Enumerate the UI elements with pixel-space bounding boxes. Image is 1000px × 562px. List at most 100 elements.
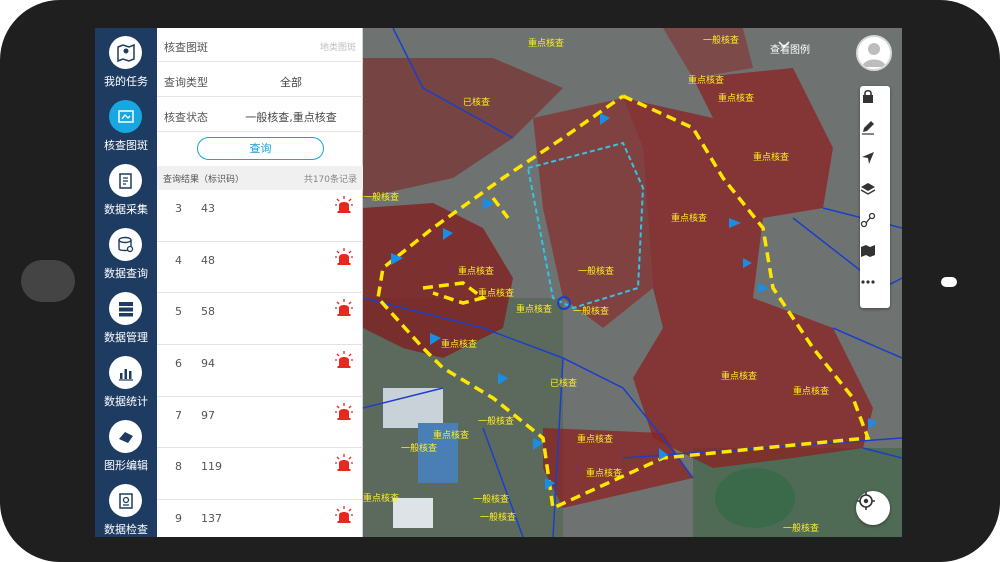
layers-icon xyxy=(860,183,876,195)
map-label: 重点核查 xyxy=(793,387,830,397)
alarm-light-icon xyxy=(335,351,353,369)
item-index: 4 xyxy=(175,253,182,267)
map-label: 一般核查 xyxy=(703,36,740,46)
map-label: 重点核查 xyxy=(688,76,725,86)
app-screen: 我的任务 核查图斑 数据采集 数据查询 数据管理 数据统计 图形编辑 数据检查 … xyxy=(95,28,902,537)
nav-item-my-tasks[interactable]: 我的任务 xyxy=(95,30,157,94)
item-code: 43 xyxy=(201,202,215,215)
query-type-row[interactable]: 查询类型 全部 xyxy=(157,63,363,97)
tablet-frame: 我的任务 核查图斑 数据采集 数据查询 数据管理 数据统计 图形编辑 数据检查 … xyxy=(0,0,1000,562)
list-item[interactable]: 9 137 xyxy=(157,500,363,537)
map-label: 重点核查 xyxy=(363,494,400,504)
check-status-select[interactable]: 一般核查,重点核查 xyxy=(227,109,355,125)
result-header: 查询结果（标识码） 共170条记录 xyxy=(157,166,363,190)
list-item[interactable]: 4 48 xyxy=(157,242,363,294)
map-label: 重点核查 xyxy=(516,305,553,315)
list-item[interactable]: 3 43 xyxy=(157,190,363,242)
item-code: 48 xyxy=(201,253,215,267)
basemap-button[interactable] xyxy=(860,243,890,273)
map-label: 重点核查 xyxy=(441,340,478,350)
map-label: 一般核查 xyxy=(401,444,438,454)
layer-type-link[interactable]: 地类图斑 xyxy=(320,40,356,53)
panel-title-row: 核查图斑 地类图斑 xyxy=(157,28,363,62)
view-legend-label: 查看图例 xyxy=(770,45,810,56)
user-avatar-icon xyxy=(862,43,886,67)
alarm-light-icon xyxy=(335,454,353,472)
measure-button[interactable] xyxy=(860,212,890,242)
map-label: 一般核查 xyxy=(573,307,610,317)
result-label: 查询结果（标识码） xyxy=(163,175,245,185)
map-label: 重点核查 xyxy=(577,435,614,445)
map-label: 一般核查 xyxy=(363,193,400,203)
nav-label: 核查图斑 xyxy=(104,139,148,152)
item-code: 97 xyxy=(201,408,215,422)
list-item[interactable]: 5 58 xyxy=(157,293,363,346)
nav-label: 数据采集 xyxy=(104,203,148,216)
query-type-label: 查询类型 xyxy=(164,76,208,89)
shape-edit-icon xyxy=(109,420,142,453)
measure-icon xyxy=(860,212,876,228)
more-button[interactable] xyxy=(860,274,890,304)
nav-item-data-stats[interactable]: 数据统计 xyxy=(95,350,157,414)
chevron-down-icon xyxy=(778,41,790,49)
map-icon xyxy=(861,245,875,257)
list-item[interactable]: 8 119 xyxy=(157,448,363,501)
map-layers-icon xyxy=(109,100,142,133)
edit-document-icon xyxy=(109,164,142,197)
query-panel: 核查图斑 地类图斑 查询类型 全部 核查状态 一般核查,重点核查 查询 查询结果… xyxy=(157,28,363,537)
map-label: 重点核查 xyxy=(528,39,565,49)
map-label: 重点核查 xyxy=(671,214,708,224)
map-label: 重点核查 xyxy=(586,469,623,479)
query-type-select[interactable]: 全部 xyxy=(227,74,355,90)
item-index: 5 xyxy=(175,305,182,319)
nav-item-check-spots[interactable]: 核查图斑 xyxy=(95,94,157,158)
item-code: 58 xyxy=(201,305,215,319)
navigate-button[interactable] xyxy=(860,150,890,180)
item-code: 94 xyxy=(201,357,215,371)
user-avatar[interactable] xyxy=(856,35,892,71)
map-label: 重点核查 xyxy=(721,372,758,382)
query-button[interactable]: 查询 xyxy=(197,137,324,160)
nav-label: 数据检查 xyxy=(104,523,148,536)
home-button[interactable] xyxy=(21,260,75,302)
nav-item-shape-edit[interactable]: 图形编辑 xyxy=(95,414,157,478)
nav-item-data-query[interactable]: 数据查询 xyxy=(95,222,157,286)
map-label: 重点核查 xyxy=(753,153,790,163)
map-label: 一般核查 xyxy=(478,417,515,427)
result-count: 共170条记录 xyxy=(303,175,357,185)
result-list: 3 43 4 48 5 58 6 94 7 97 8 119 9 137 xyxy=(157,190,363,537)
item-code: 119 xyxy=(201,460,222,474)
check-status-row[interactable]: 核查状态 一般核查,重点核查 xyxy=(157,98,363,132)
map-label: 一般核查 xyxy=(480,513,517,523)
nav-label: 数据查询 xyxy=(104,267,148,280)
navigate-icon xyxy=(862,152,874,164)
item-code: 137 xyxy=(201,512,222,526)
layers-button[interactable] xyxy=(860,181,890,211)
camera-dot xyxy=(941,277,957,287)
nav-item-data-check[interactable]: 数据检查 xyxy=(95,478,157,537)
document-check-icon xyxy=(109,484,142,517)
map-label: 一般核查 xyxy=(783,524,820,534)
lock-button[interactable] xyxy=(860,88,890,118)
map-label: 已核查 xyxy=(550,379,578,389)
nav-label: 数据管理 xyxy=(104,331,148,344)
map-label: 已核查 xyxy=(463,98,491,108)
locate-button[interactable] xyxy=(856,491,890,525)
panel-title: 核查图斑 xyxy=(164,41,208,54)
nav-item-data-manage[interactable]: 数据管理 xyxy=(95,286,157,350)
draw-button[interactable] xyxy=(860,119,890,149)
view-legend-button[interactable]: 查看图例 xyxy=(770,41,810,56)
alarm-light-icon xyxy=(335,196,353,213)
server-icon xyxy=(109,292,142,325)
check-status-label: 核查状态 xyxy=(164,111,208,124)
left-nav: 我的任务 核查图斑 数据采集 数据查询 数据管理 数据统计 图形编辑 数据检查 xyxy=(95,28,157,537)
map-view[interactable]: 重点核查 一般核查 重点核查 已核查 重点核查 重点核查 重点核查 一般核查 重… xyxy=(363,28,902,537)
more-icon xyxy=(861,280,875,284)
item-index: 3 xyxy=(175,202,182,215)
map-label: 重点核查 xyxy=(458,267,495,277)
nav-label: 数据统计 xyxy=(104,395,148,408)
database-search-icon xyxy=(109,228,142,261)
list-item[interactable]: 6 94 xyxy=(157,345,363,397)
list-item[interactable]: 7 97 xyxy=(157,397,363,449)
nav-item-data-collect[interactable]: 数据采集 xyxy=(95,158,157,222)
